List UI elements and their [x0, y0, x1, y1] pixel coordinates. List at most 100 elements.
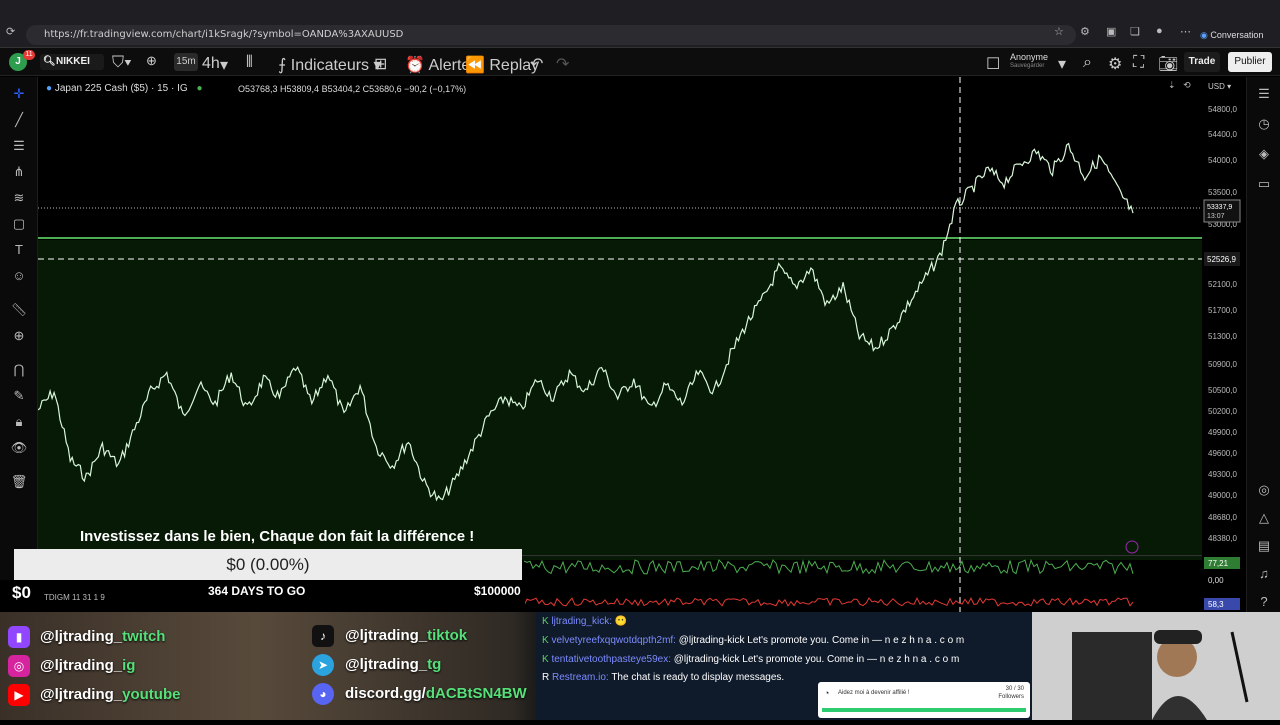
timeframe-4h[interactable]: 4h — [202, 55, 220, 73]
alerts-clock-icon[interactable]: ◷ — [1255, 115, 1273, 133]
donation-days: 364 DAYS TO GO — [208, 584, 306, 598]
alert-button[interactable]: ⏰ Alerte — [405, 55, 470, 75]
lock-drawing-icon[interactable]: ✎ — [10, 387, 28, 405]
price-axis[interactable]: 54800,054400,054000,053500,053000,052100… — [1208, 105, 1237, 543]
flag-icon: ● — [46, 83, 53, 94]
text-icon[interactable]: T — [10, 241, 28, 259]
osc-value-label: 77,21 — [1208, 559, 1229, 568]
alert-label: Alerte — [428, 57, 471, 74]
replay-button[interactable]: ⏪ Replay — [465, 55, 539, 75]
timeframe-dropdown-icon[interactable]: ▾ — [220, 55, 228, 75]
chart-legend[interactable]: ● Japan 225 Cash ($5) · 15 · IG ● — [46, 83, 203, 94]
extension-icon[interactable]: ⚙ — [1080, 25, 1090, 38]
fib-icon[interactable]: ≋ — [10, 189, 28, 207]
browser-bar: ⟳ https://fr.tradingview.com/chart/i1kSr… — [0, 0, 1280, 48]
account-menu[interactable]: Anonyme Sauvegarder — [1010, 53, 1048, 71]
trade-button[interactable]: Trade — [1184, 52, 1220, 72]
symbol-label: NIKKEI — [56, 56, 90, 67]
indicators-label: Indicateurs — [290, 57, 370, 74]
trash-icon[interactable]: 🗑︎ — [10, 473, 28, 491]
add-symbol-icon[interactable]: ⊕ — [146, 53, 157, 69]
pitchfork-icon[interactable]: ⋔ — [10, 163, 28, 181]
social-youtube: @ljtrading_youtube — [40, 686, 181, 703]
chart-type-icon[interactable]: ⫴ — [246, 54, 253, 72]
conversation-label: Conversation — [1210, 30, 1264, 40]
url-bar[interactable]: https://fr.tradingview.com/chart/i1kSrag… — [26, 25, 1076, 45]
target-icon[interactable]: ◎ — [1255, 481, 1273, 499]
layers-icon[interactable]: ◈ — [1255, 145, 1273, 163]
affiliate-icon: ◔ — [824, 688, 830, 698]
fullscreen-icon[interactable]: ⛶ — [1133, 54, 1144, 72]
profile-icon[interactable]: ● — [1156, 25, 1163, 37]
crosshair-icon[interactable]: ✛ — [10, 85, 28, 103]
social-discord: discord.gg/dACBtSN4BW — [345, 685, 527, 702]
price-axis-label: 48680,0 — [1208, 513, 1237, 522]
zone-background — [38, 240, 1202, 560]
chat-message: K velvetyreefxqqwotdqpth2mf: @ljtrading-… — [542, 635, 965, 646]
social-tiktok: @ljtrading_tiktok — [345, 627, 468, 644]
watchlist-icon[interactable]: ☰ — [1255, 85, 1273, 103]
donation-title: Investissez dans le bien, Chaque don fai… — [80, 528, 475, 545]
redo-icon[interactable]: ↷ — [556, 54, 569, 74]
sync-icon[interactable]: ⟲ — [1183, 80, 1191, 90]
collections-icon[interactable]: ❏ — [1130, 25, 1140, 38]
price-axis-label: 53500,0 — [1208, 188, 1237, 197]
donation-progress: $0 (0.00%) — [14, 549, 522, 580]
osc-zero-label: 0,00 — [1208, 576, 1224, 585]
horizontal-lines-icon[interactable]: ☰ — [10, 137, 28, 155]
star-icon[interactable]: ☆ — [1054, 25, 1064, 38]
price-axis-label: 49900,0 — [1208, 428, 1237, 437]
reload-icon[interactable]: ⟳ — [6, 25, 15, 38]
price-axis-label: 54800,0 — [1208, 105, 1237, 114]
save-label: Sauvegarder — [1010, 63, 1045, 69]
ideas-icon[interactable]: △ — [1255, 509, 1273, 527]
conversation-button[interactable]: ◉ Conversation — [1200, 25, 1263, 45]
account-dropdown-icon[interactable]: ▾ — [1058, 54, 1066, 74]
shapes-icon[interactable]: ▢ — [10, 215, 28, 233]
zoom-icon[interactable]: ⊕ — [10, 327, 28, 345]
copilot-icon: ◉ — [1200, 30, 1208, 40]
undo-icon[interactable]: ↶ — [530, 54, 543, 74]
help-icon[interactable]: ? — [1255, 593, 1273, 611]
affiliate-widget: ◔ Aidez moi à devenir affilié ! 30 / 30 … — [818, 682, 1030, 718]
compare-icon[interactable]: ⛉▾ — [112, 54, 132, 72]
currency-select[interactable]: USD ▾ — [1208, 82, 1236, 96]
osc-value2-label: 58,3 — [1208, 600, 1224, 609]
symbol-search[interactable]: 🔍︎ NIKKEI — [40, 54, 104, 70]
price-axis-label: 54000,0 — [1208, 156, 1237, 165]
quick-search-icon[interactable]: ⌕ — [1083, 54, 1092, 72]
layout-toggle-icon[interactable]: ☐ — [986, 54, 1000, 74]
more-icon[interactable]: ⋯ — [1180, 25, 1191, 38]
indicators-button[interactable]: ⨍ Indicateurs ▾ — [278, 55, 382, 75]
chart-top-controls: ⇣ ⟲ — [1168, 80, 1191, 91]
restream-icon: R — [542, 672, 550, 683]
status-dot-icon: ● — [196, 83, 203, 94]
emoji-icon[interactable]: ☺ — [10, 267, 28, 285]
trendline-icon[interactable]: ╱ — [10, 111, 28, 129]
settings-icon[interactable]: ⚙ — [1108, 54, 1122, 74]
download-icon[interactable]: ⇣ — [1168, 80, 1176, 90]
lock-icon[interactable]: 🔒︎ — [10, 413, 28, 431]
snapshot-icon[interactable]: 📷︎ — [1158, 54, 1178, 74]
timeframe-15m[interactable]: 15m — [174, 53, 198, 71]
price-axis-label: 51300,0 — [1208, 332, 1237, 341]
eye-icon[interactable]: 👁︎ — [10, 439, 28, 457]
chat-message: K tentativetoothpasteye59ex: @ljtrading-… — [542, 654, 960, 665]
ruler-icon[interactable]: 📏︎ — [10, 301, 28, 319]
chat-icon[interactable]: ▭ — [1255, 175, 1273, 193]
price-axis-label: 49600,0 — [1208, 449, 1237, 458]
chat-message: K ljtrading_kick: 😶 — [542, 616, 628, 627]
tabs-icon[interactable]: ▣ — [1106, 25, 1116, 38]
social-twitch: @ljtrading_twitch — [40, 628, 166, 645]
layout-icon[interactable]: ⊞ — [374, 54, 387, 74]
magnet-icon[interactable]: ⋂ — [10, 361, 28, 379]
notification-badge: 11 — [23, 50, 35, 60]
calendar-icon[interactable]: ▤ — [1255, 537, 1273, 555]
social-instagram: @ljtrading_ig — [40, 657, 136, 674]
price-axis-label: 51700,0 — [1208, 306, 1237, 315]
current-price-label: 53337,9 — [1207, 204, 1232, 211]
publish-button[interactable]: Publier — [1228, 52, 1272, 72]
bell-icon[interactable]: ♫ — [1255, 565, 1273, 583]
streamer-image — [1032, 612, 1280, 720]
youtube-icon: ▶ — [8, 684, 30, 706]
